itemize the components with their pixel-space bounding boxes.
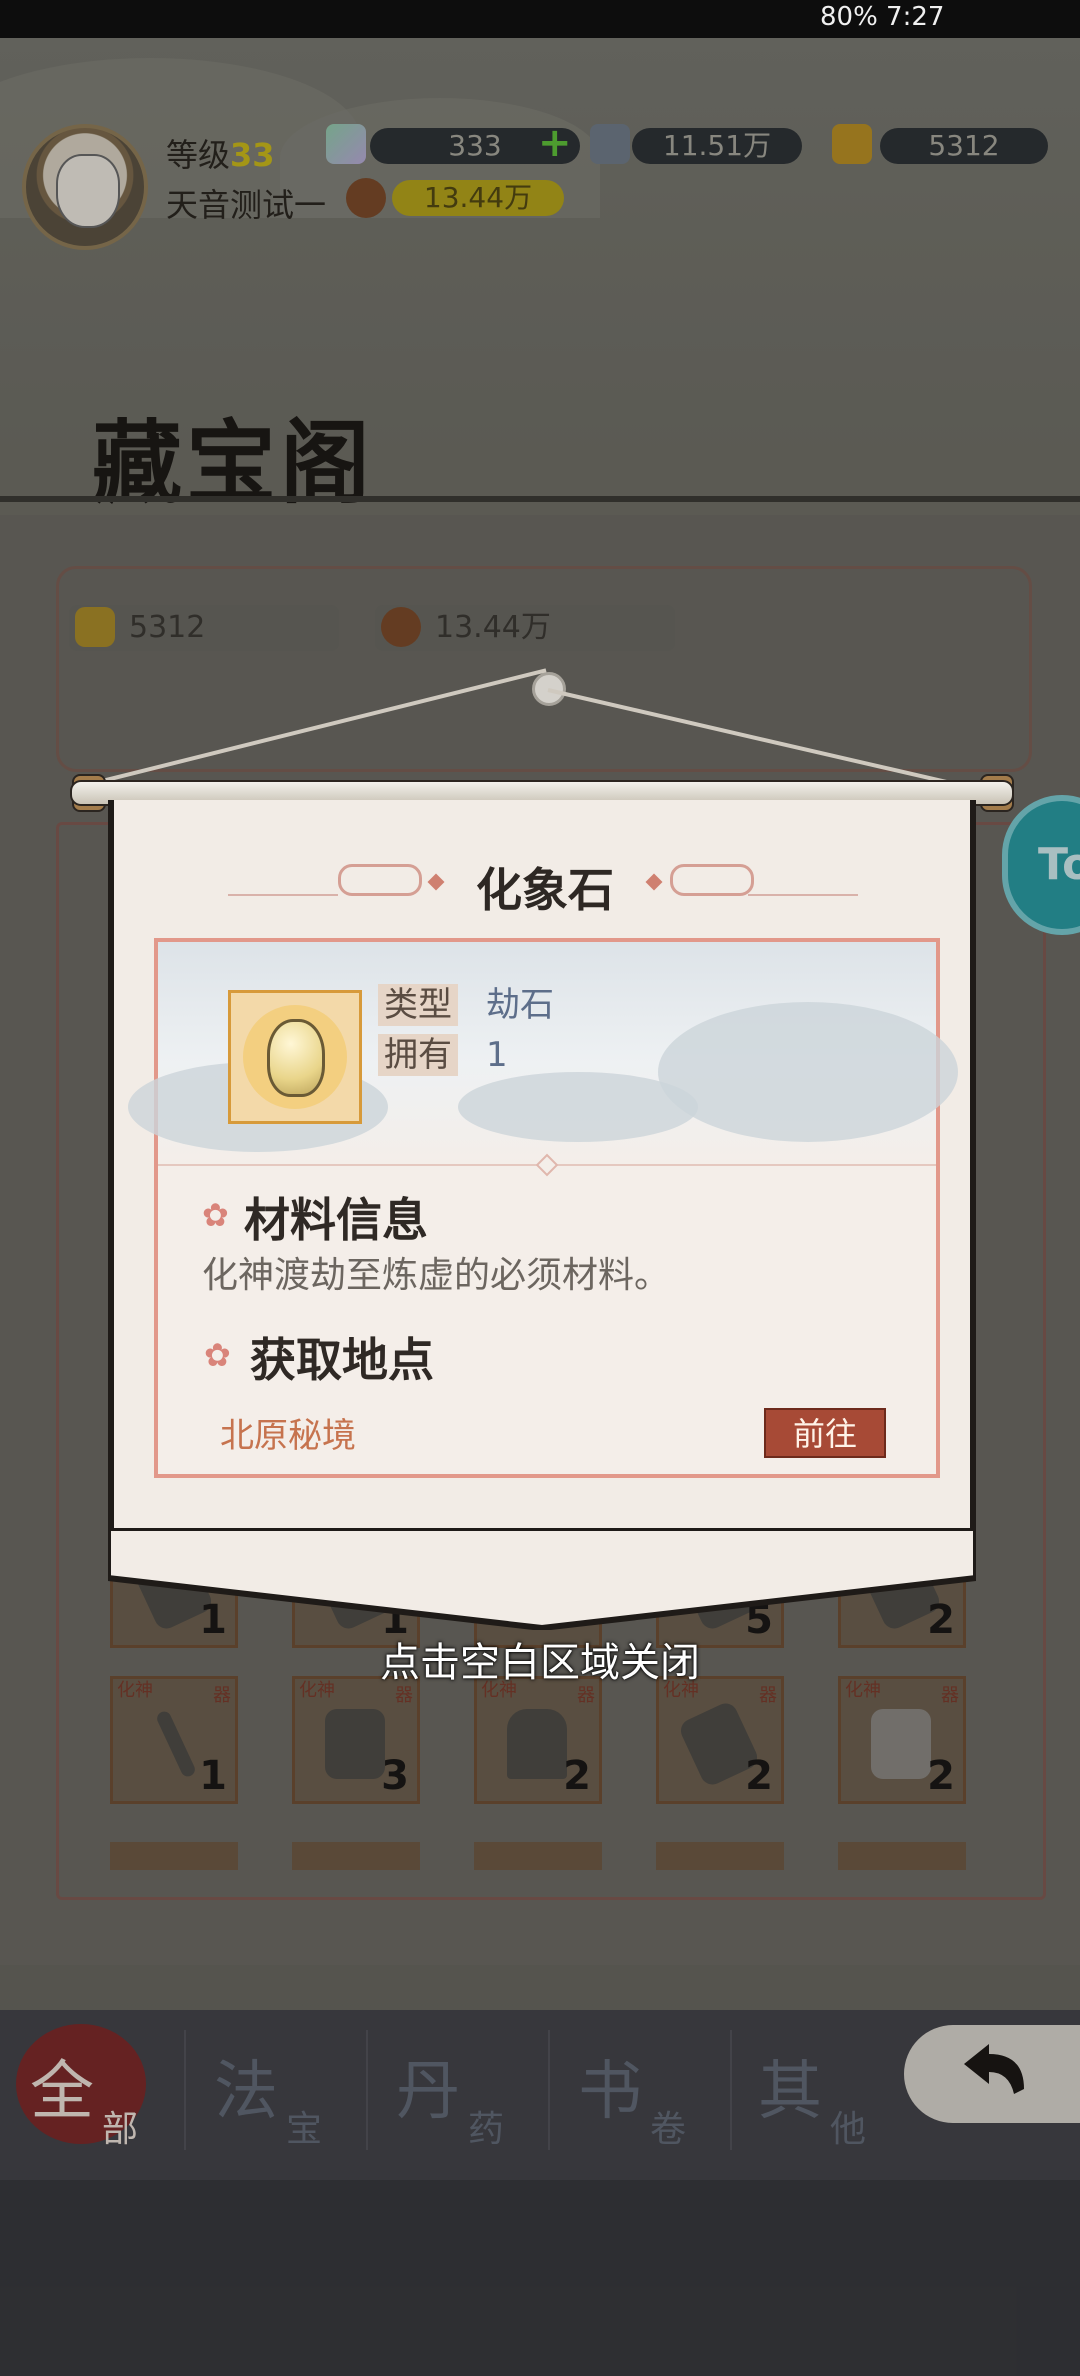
own-value: 1	[486, 1035, 508, 1075]
go-button[interactable]: 前往	[764, 1408, 886, 1458]
status-bar: 80% 7:27	[0, 0, 1080, 38]
flower-icon: ✿	[204, 1336, 231, 1374]
close-hint: 点击空白区域关闭	[380, 1640, 700, 1686]
type-value: 劫石	[486, 985, 554, 1025]
source-location: 北原秘境	[220, 1416, 356, 1456]
section-source: 获取地点	[250, 1333, 434, 1387]
scroll-bottom-edge	[108, 1528, 976, 1630]
section-material-info: 材料信息	[244, 1193, 428, 1247]
item-icon	[228, 990, 362, 1124]
type-label: 类型	[378, 984, 458, 1026]
flower-icon: ✿	[202, 1196, 229, 1234]
own-label: 拥有	[378, 1034, 458, 1076]
modal-title: 化象石	[476, 863, 614, 917]
status-text: 80% 7:27	[820, 2, 945, 32]
item-description: 化神渡劫至炼虚的必须材料。	[202, 1255, 671, 1296]
stone-icon	[267, 1019, 325, 1097]
